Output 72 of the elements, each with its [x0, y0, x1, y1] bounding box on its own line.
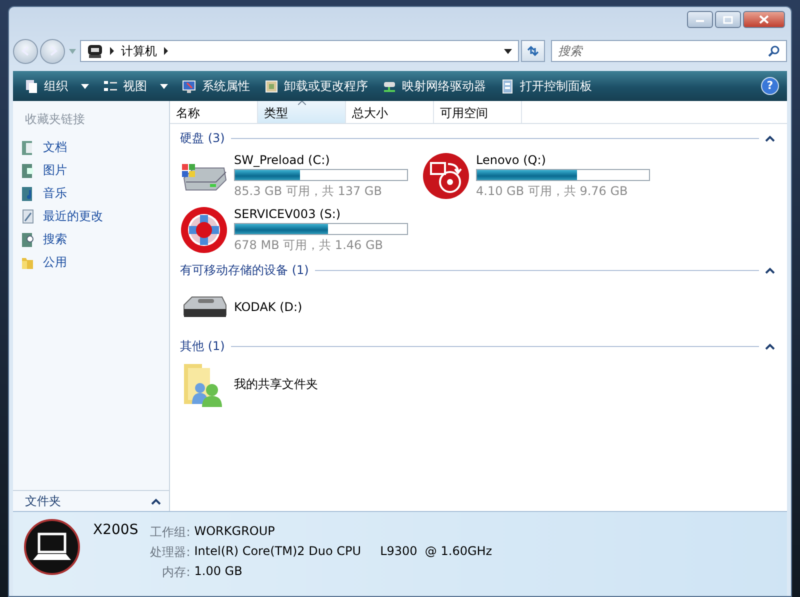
favorite-links-heading: 收藏夹链接 — [24, 111, 86, 128]
drive-name: SW_Preload (C:) — [234, 152, 331, 166]
refresh-icon — [526, 45, 540, 57]
property-label: 工作组: — [150, 524, 190, 541]
search-icon[interactable] — [768, 45, 780, 57]
property-value: WORKGROUP — [194, 524, 276, 540]
refresh-button[interactable] — [521, 40, 545, 62]
close-button[interactable] — [743, 11, 785, 28]
free-space-text: 85.3 GB 可用，共 137 GB — [234, 182, 383, 200]
library-icon — [21, 208, 35, 224]
column-header[interactable]: 总大小 — [346, 101, 434, 123]
column-header[interactable]: 可用空间 — [434, 101, 522, 123]
free-space-text: 678 MB 可用，共 1.46 GB — [234, 236, 384, 254]
drive-item[interactable]: 我的共享文件夹 — [180, 360, 422, 408]
free-space-text: 4.10 GB 可用，共 9.76 GB — [476, 182, 629, 200]
toolbar-button[interactable]: 卸载或更改程序 — [259, 74, 373, 98]
sidebar-item[interactable]: 图片 — [13, 159, 169, 182]
toolbar-icon — [24, 78, 39, 94]
drive-item[interactable]: Lenovo (Q:) 4.10 GB 可用，共 9.76 GB — [422, 152, 664, 200]
toolbar-icon — [500, 78, 515, 94]
drive-name: 我的共享文件夹 — [234, 376, 318, 392]
laptop-icon — [23, 518, 81, 576]
recovery-disc-icon — [422, 152, 470, 200]
library-icon — [21, 140, 35, 156]
toolbar-button[interactable]: 视图 — [98, 74, 173, 98]
sidebar-item[interactable]: 公用 — [13, 251, 169, 274]
column-header[interactable]: 类型 — [258, 101, 346, 123]
property-label: 处理器: — [150, 544, 190, 561]
computer-name: X200S — [93, 522, 138, 538]
library-icon — [21, 162, 35, 178]
collapse-chevron-icon[interactable] — [765, 134, 775, 142]
group-heading[interactable]: 硬盘 (3) — [180, 130, 225, 146]
library-icon — [21, 186, 35, 202]
drive-item[interactable]: SERVICEV003 (S:) 678 MB 可用，共 1.46 GB — [180, 206, 422, 254]
sidebar-item[interactable]: 音乐 — [13, 182, 169, 205]
sidebar-item[interactable]: 文档 — [13, 136, 169, 159]
collapse-chevron-icon[interactable] — [765, 342, 775, 350]
toolbar-button[interactable]: 组织 — [19, 74, 94, 98]
maximize-icon — [723, 16, 733, 24]
sidebar-item[interactable]: 搜索 — [13, 228, 169, 251]
computer-icon — [87, 44, 103, 58]
collapse-chevron-icon[interactable] — [765, 266, 775, 274]
lifebuoy-icon — [180, 206, 228, 254]
breadcrumb-item[interactable]: 计算机 — [121, 42, 157, 60]
minimize-button[interactable] — [687, 11, 713, 28]
chevron-icon — [109, 47, 115, 55]
group-heading[interactable]: 其他 (1) — [180, 338, 225, 354]
property-label: 内存: — [161, 564, 190, 581]
toolbar-icon — [103, 78, 118, 94]
address-bar[interactable]: 计算机 — [80, 40, 519, 62]
drive-name: KODAK (D:) — [234, 300, 302, 314]
dropdown-caret-icon[interactable] — [504, 48, 512, 54]
chevron-icon — [163, 47, 169, 55]
collapse-chevron-icon — [151, 498, 161, 504]
property-value: Intel(R) Core(TM)2 Duo CPU L9300 @ 1.60GHz — [194, 544, 492, 560]
toolbar-button[interactable]: 系统属性 — [177, 74, 255, 98]
drive-name: Lenovo (Q:) — [476, 152, 547, 166]
maximize-button[interactable] — [715, 11, 741, 28]
toolbar-button[interactable]: 打开控制面板 — [495, 74, 597, 98]
drive-name: SERVICEV003 (S:) — [234, 206, 342, 220]
close-icon — [759, 15, 769, 24]
sidebar-item[interactable]: 最近的更改 — [13, 205, 169, 228]
help-button[interactable]: ? — [761, 77, 779, 95]
group-heading[interactable]: 有可移动存储的设备 (1) — [180, 262, 309, 278]
drive-item[interactable]: SW_Preload (C:) 85.3 GB 可用，共 137 GB — [180, 152, 422, 200]
toolbar-button[interactable]: 映射网络驱动器 — [377, 74, 491, 98]
drive-item[interactable]: KODAK (D:) — [180, 284, 422, 330]
library-icon — [21, 232, 35, 248]
toolbar-icon — [182, 78, 197, 94]
search-field[interactable]: 搜索 — [551, 40, 787, 62]
property-value: 1.00 GB — [194, 564, 244, 580]
toolbar-icon — [264, 78, 279, 94]
